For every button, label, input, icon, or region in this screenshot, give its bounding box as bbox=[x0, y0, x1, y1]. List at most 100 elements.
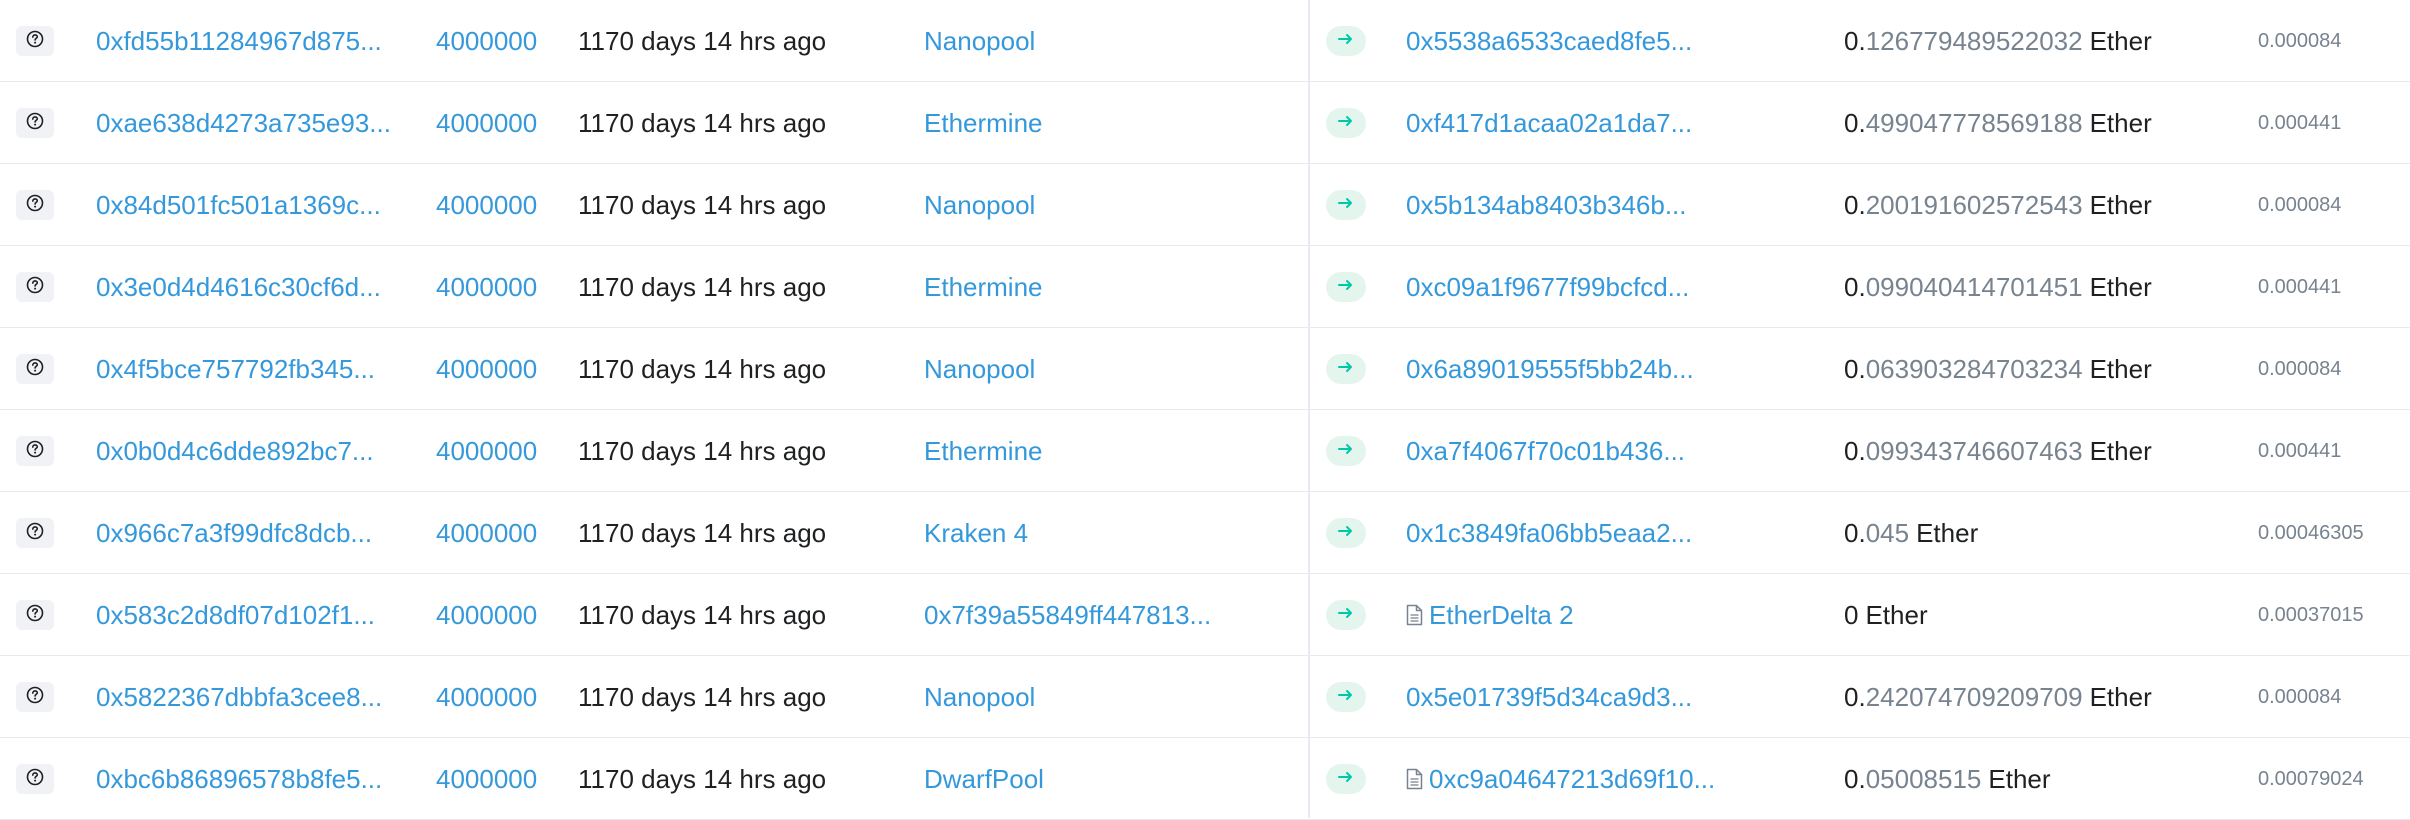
to-address-cell: 0xc09a1f9677f99bcfcd... bbox=[1406, 246, 1736, 328]
to-address-link[interactable]: 0xf417d1acaa02a1da7... bbox=[1406, 108, 1692, 139]
txn-hash-link[interactable]: 0x4f5bce757792fb345... bbox=[96, 328, 396, 410]
from-address-link[interactable]: DwarfPool bbox=[924, 738, 1224, 820]
from-address-link[interactable]: 0x7f39a55849ff447813... bbox=[924, 574, 1224, 656]
from-address-link[interactable]: Nanopool bbox=[924, 328, 1224, 410]
block-link[interactable]: 4000000 bbox=[436, 656, 556, 738]
value-unit: Ether bbox=[1865, 599, 1928, 630]
value-integer: 0 bbox=[1844, 599, 1859, 630]
age-text: 1170 days 14 hrs ago bbox=[578, 517, 827, 548]
details-button[interactable] bbox=[16, 518, 54, 548]
to-address-link[interactable]: 0x5e01739f5d34ca9d3... bbox=[1406, 682, 1692, 713]
from-address-link[interactable]: Nanopool bbox=[924, 0, 1224, 82]
from-address-link[interactable]: Nanopool bbox=[924, 656, 1224, 738]
details-button[interactable] bbox=[16, 600, 54, 630]
to-address-cell: 0x1c3849fa06bb5eaa2... bbox=[1406, 492, 1736, 574]
details-button[interactable] bbox=[16, 190, 54, 220]
value-integer: 0. bbox=[1844, 25, 1866, 56]
details-button[interactable] bbox=[16, 108, 54, 138]
value-text: 0. 099343746607463 Ether bbox=[1844, 410, 2184, 492]
from-address-link[interactable]: Kraken 4 bbox=[924, 492, 1224, 574]
details-button[interactable] bbox=[16, 272, 54, 302]
txn-fee-text: 0.000441 bbox=[2258, 111, 2342, 134]
from-address-link[interactable]: Nanopool bbox=[924, 164, 1224, 246]
txn-hash-link[interactable]: 0x84d501fc501a1369c... bbox=[96, 164, 396, 246]
value-integer: 0. bbox=[1844, 271, 1866, 302]
to-address-link[interactable]: 0x5b134ab8403b346b... bbox=[1406, 190, 1687, 221]
block-link[interactable]: 4000000 bbox=[436, 492, 556, 574]
block-link[interactable]: 4000000 bbox=[436, 410, 556, 492]
file-document-icon bbox=[1406, 604, 1423, 626]
details-button[interactable] bbox=[16, 354, 54, 384]
block-link[interactable]: 4000000 bbox=[436, 574, 556, 656]
to-address-cell: EtherDelta 2 bbox=[1406, 574, 1736, 656]
direction-badge bbox=[1326, 26, 1366, 56]
table-row: 0xfd55b11284967d875... 4000000 1170 days… bbox=[0, 0, 2410, 82]
value-integer: 0. bbox=[1844, 107, 1866, 138]
value-integer: 0. bbox=[1844, 763, 1866, 794]
question-circle-icon bbox=[26, 686, 44, 709]
to-address-link[interactable]: EtherDelta 2 bbox=[1429, 600, 1574, 631]
block-link[interactable]: 4000000 bbox=[436, 164, 556, 246]
value-unit: Ether bbox=[1988, 763, 2051, 794]
age-text: 1170 days 14 hrs ago bbox=[578, 189, 827, 220]
block-link[interactable]: 4000000 bbox=[436, 738, 556, 820]
txn-hash-link[interactable]: 0x0b0d4c6dde892bc7... bbox=[96, 410, 396, 492]
from-address-link[interactable]: Ethermine bbox=[924, 246, 1224, 328]
to-address-cell: 0xc9a04647213d69f10... bbox=[1406, 738, 1736, 820]
age-text: 1170 days 14 hrs ago bbox=[578, 25, 827, 56]
question-circle-icon bbox=[26, 194, 44, 217]
table-row: 0x3e0d4d4616c30cf6d... 4000000 1170 days… bbox=[0, 246, 2410, 328]
to-address-link[interactable]: 0x6a89019555f5bb24b... bbox=[1406, 354, 1694, 385]
value-integer: 0. bbox=[1844, 435, 1866, 466]
direction-badge bbox=[1326, 518, 1366, 548]
value-unit: Ether bbox=[2089, 271, 2152, 302]
arrow-right-icon bbox=[1338, 32, 1354, 50]
value-unit: Ether bbox=[1916, 517, 1979, 548]
details-button[interactable] bbox=[16, 26, 54, 56]
direction-badge bbox=[1326, 600, 1366, 630]
value-text: 0. 499047778569188 Ether bbox=[1844, 82, 2184, 164]
to-address-link[interactable]: 0x5538a6533caed8fe5... bbox=[1406, 26, 1692, 57]
question-circle-icon bbox=[26, 768, 44, 791]
age-text: 1170 days 14 hrs ago bbox=[578, 681, 827, 712]
to-address-link[interactable]: 0xc9a04647213d69f10... bbox=[1429, 764, 1715, 795]
value-text: 0. 063903284703234 Ether bbox=[1844, 328, 2184, 410]
value-unit: Ether bbox=[2089, 353, 2152, 384]
details-button[interactable] bbox=[16, 436, 54, 466]
block-link[interactable]: 4000000 bbox=[436, 82, 556, 164]
txn-hash-link[interactable]: 0xae638d4273a735e93... bbox=[96, 82, 396, 164]
arrow-right-icon bbox=[1338, 524, 1354, 542]
txn-hash-link[interactable]: 0x5822367dbbfa3cee8... bbox=[96, 656, 396, 738]
value-text: 0. 200191602572543 Ether bbox=[1844, 164, 2184, 246]
txn-hash-link[interactable]: 0x583c2d8df07d102f1... bbox=[96, 574, 396, 656]
arrow-right-icon bbox=[1338, 196, 1354, 214]
direction-badge bbox=[1326, 764, 1366, 794]
from-address-link[interactable]: Ethermine bbox=[924, 410, 1224, 492]
block-link[interactable]: 4000000 bbox=[436, 246, 556, 328]
txn-hash-link[interactable]: 0xbc6b86896578b8fe5... bbox=[96, 738, 396, 820]
table-row: 0x5822367dbbfa3cee8... 4000000 1170 days… bbox=[0, 656, 2410, 738]
question-circle-icon bbox=[26, 522, 44, 545]
age-text: 1170 days 14 hrs ago bbox=[578, 271, 827, 302]
to-address-link[interactable]: 0xa7f4067f70c01b436... bbox=[1406, 436, 1685, 467]
question-circle-icon bbox=[26, 604, 44, 627]
to-address-link[interactable]: 0x1c3849fa06bb5eaa2... bbox=[1406, 518, 1692, 549]
to-address-link[interactable]: 0xc09a1f9677f99bcfcd... bbox=[1406, 272, 1689, 303]
txn-fee-text: 0.000441 bbox=[2258, 439, 2342, 462]
transactions-table: 0xfd55b11284967d875... 4000000 1170 days… bbox=[0, 0, 2410, 820]
table-row: 0x583c2d8df07d102f1... 4000000 1170 days… bbox=[0, 574, 2410, 656]
value-decimals: 05008515 bbox=[1865, 763, 1982, 794]
txn-fee-text: 0.000441 bbox=[2258, 275, 2342, 298]
from-address-link[interactable]: Ethermine bbox=[924, 82, 1224, 164]
table-row: 0x0b0d4c6dde892bc7... 4000000 1170 days … bbox=[0, 410, 2410, 492]
value-decimals: 499047778569188 bbox=[1865, 107, 2083, 138]
txn-hash-link[interactable]: 0x3e0d4d4616c30cf6d... bbox=[96, 246, 396, 328]
details-button[interactable] bbox=[16, 682, 54, 712]
block-link[interactable]: 4000000 bbox=[436, 0, 556, 82]
txn-hash-link[interactable]: 0x966c7a3f99dfc8dcb... bbox=[96, 492, 396, 574]
block-link[interactable]: 4000000 bbox=[436, 328, 556, 410]
txn-hash-link[interactable]: 0xfd55b11284967d875... bbox=[96, 0, 396, 82]
txn-fee-text: 0.000084 bbox=[2258, 29, 2342, 52]
details-button[interactable] bbox=[16, 764, 54, 794]
txn-fee-text: 0.00046305 bbox=[2258, 521, 2364, 544]
